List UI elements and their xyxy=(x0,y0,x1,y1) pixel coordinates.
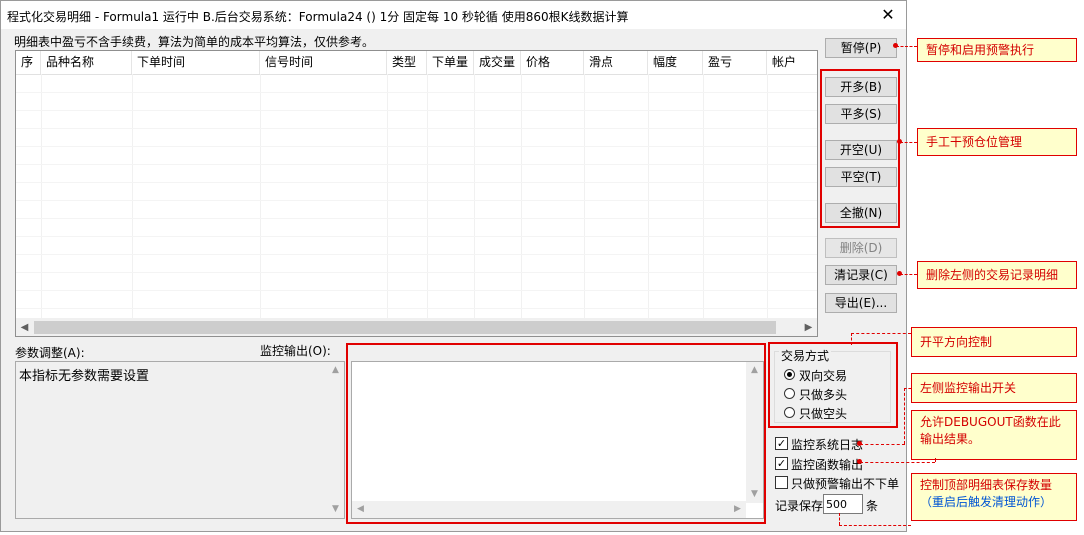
col-header-slippage[interactable]: 滑点 xyxy=(584,51,648,74)
col-header-range[interactable]: 幅度 xyxy=(648,51,703,74)
params-textbox[interactable]: 本指标无参数需要设置 ▲ ▼ xyxy=(15,361,345,519)
col-header-filled-qty[interactable]: 成交量 xyxy=(474,51,521,74)
clear-records-button[interactable]: 清记录(C) xyxy=(825,265,897,285)
col-header-index[interactable]: 序 xyxy=(16,51,41,74)
connector-line xyxy=(839,513,840,525)
col-header-pnl[interactable]: 盈亏 xyxy=(703,51,767,74)
note-record-count: 控制顶部明细表保存数量 （重启后触发清理动作） xyxy=(911,473,1077,521)
col-header-price[interactable]: 价格 xyxy=(521,51,584,74)
note-manual: 手工干预仓位管理 xyxy=(917,128,1077,156)
note-pause: 暂停和启用预警执行 xyxy=(917,38,1077,62)
col-header-order-time[interactable]: 下单时间 xyxy=(132,51,260,74)
record-label: 记录保存 xyxy=(775,499,824,513)
grid-row-line xyxy=(16,128,817,129)
delete-button: 删除(D) xyxy=(825,238,897,258)
scroll-right-icon[interactable]: ▶ xyxy=(800,319,817,336)
connector-line xyxy=(904,388,905,444)
record-count-input[interactable] xyxy=(823,494,863,514)
note-debugout: 允许DEBUGOUT函数在此 输出结果。 xyxy=(911,410,1077,460)
monitor-output-highlight xyxy=(346,343,766,524)
grid-row-line xyxy=(16,272,817,273)
connector-line xyxy=(900,274,917,275)
checkbox[interactable]: ✓ xyxy=(775,457,788,470)
trade-mode-highlight xyxy=(768,342,898,428)
checkbox[interactable]: ✓ xyxy=(775,437,788,450)
close-icon[interactable]: ✕ xyxy=(878,5,898,25)
record-unit: 条 xyxy=(866,499,879,513)
grid-row-line xyxy=(16,218,817,219)
col-header-signal-time[interactable]: 信号时间 xyxy=(260,51,387,74)
params-text: 本指标无参数需要设置 xyxy=(19,369,150,384)
grid-row-line xyxy=(16,236,817,237)
grid-row-line xyxy=(16,182,817,183)
monitor-label: 监控输出(O): xyxy=(260,344,331,358)
title-bar: 程式化交易明细 - Formula1 运行中 B.后台交易系统：Formula2… xyxy=(1,1,906,29)
col-header-order-qty[interactable]: 下单量 xyxy=(427,51,474,74)
grid-row-line xyxy=(16,110,817,111)
note-clear: 删除左侧的交易记录明细 xyxy=(917,261,1077,289)
scroll-down-icon[interactable]: ▼ xyxy=(327,501,344,518)
grid-row-line xyxy=(16,164,817,165)
window-title: 程式化交易明细 - Formula1 运行中 B.后台交易系统：Formula2… xyxy=(7,10,629,24)
scroll-up-icon[interactable]: ▲ xyxy=(327,362,344,379)
scroll-thumb[interactable] xyxy=(34,321,776,334)
col-header-name[interactable]: 品种名称 xyxy=(41,51,132,74)
params-scrollbar[interactable]: ▲ ▼ xyxy=(327,362,344,518)
connector-line xyxy=(900,142,917,143)
connector-line xyxy=(904,388,911,389)
col-header-type[interactable]: 类型 xyxy=(387,51,427,74)
connector-line xyxy=(935,458,936,462)
connector-line xyxy=(860,462,935,463)
connector-line xyxy=(896,46,917,47)
table-horizontal-scrollbar[interactable]: ◀ ▶ xyxy=(16,318,817,336)
connector-line xyxy=(860,444,905,445)
connector-line xyxy=(851,333,852,345)
pause-button[interactable]: 暂停(P) xyxy=(825,38,897,58)
manual-buttons-highlight xyxy=(820,69,900,228)
export-button[interactable]: 导出(E)... xyxy=(825,293,897,313)
grid-row-line xyxy=(16,200,817,201)
grid-row-line xyxy=(16,290,817,291)
scroll-left-icon[interactable]: ◀ xyxy=(16,319,33,336)
note-direction: 开平方向控制 xyxy=(911,327,1077,357)
grid-row-line xyxy=(16,92,817,93)
detail-table[interactable]: 序 品种名称 下单时间 信号时间 类型 下单量 成交量 价格 滑点 幅度 盈亏 … xyxy=(15,50,818,337)
grid-row-line xyxy=(16,308,817,309)
grid-row-line xyxy=(16,146,817,147)
connector-line xyxy=(839,525,911,526)
col-header-account[interactable]: 帐户 xyxy=(767,51,817,74)
params-label: 参数调整(A): xyxy=(15,346,85,360)
checkbox[interactable] xyxy=(775,476,788,489)
connector-line xyxy=(851,333,911,334)
note-monitor-switch: 左侧监控输出开关 xyxy=(911,373,1077,403)
grid-row-line xyxy=(16,254,817,255)
disclaimer-text: 明细表中盈亏不含手续费，算法为简单的成本平均算法，仅供参考。 xyxy=(14,35,375,49)
table-header: 序 品种名称 下单时间 信号时间 类型 下单量 成交量 价格 滑点 幅度 盈亏 … xyxy=(16,51,817,75)
